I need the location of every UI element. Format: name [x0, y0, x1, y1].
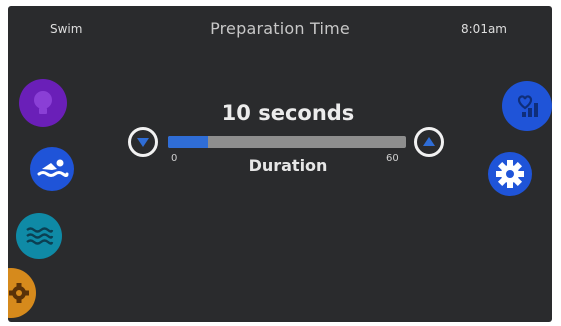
swimmer-icon: [37, 159, 69, 177]
lights-button[interactable]: [19, 79, 67, 127]
gear-icon: [9, 283, 29, 303]
slider-label: Duration: [248, 156, 328, 175]
slider-fill: [168, 136, 208, 148]
gear-icon: [496, 160, 524, 188]
swim-button[interactable]: [30, 147, 74, 191]
slider-min-label: 0: [171, 153, 178, 164]
value-readout: 10 seconds: [221, 101, 355, 125]
heart-stats-icon: [517, 95, 538, 117]
increase-button[interactable]: [414, 127, 444, 157]
triangle-up-icon: [423, 137, 435, 146]
waves-icon: [26, 227, 54, 245]
lightbulb-icon: [34, 91, 52, 114]
slider-max-label: 60: [386, 153, 399, 164]
triangle-down-icon: [137, 138, 149, 147]
settings-button[interactable]: [488, 152, 532, 196]
waves-button[interactable]: [16, 213, 62, 259]
duration-slider[interactable]: [168, 136, 406, 148]
stats-button[interactable]: [502, 81, 552, 131]
top-bar: Swim Preparation Time 8:01am: [8, 6, 552, 50]
device-screen: Swim Preparation Time 8:01am 10 seconds …: [8, 6, 552, 322]
heater-button[interactable]: [8, 268, 36, 318]
decrease-button[interactable]: [128, 127, 158, 157]
clock: 8:01am: [461, 22, 507, 36]
